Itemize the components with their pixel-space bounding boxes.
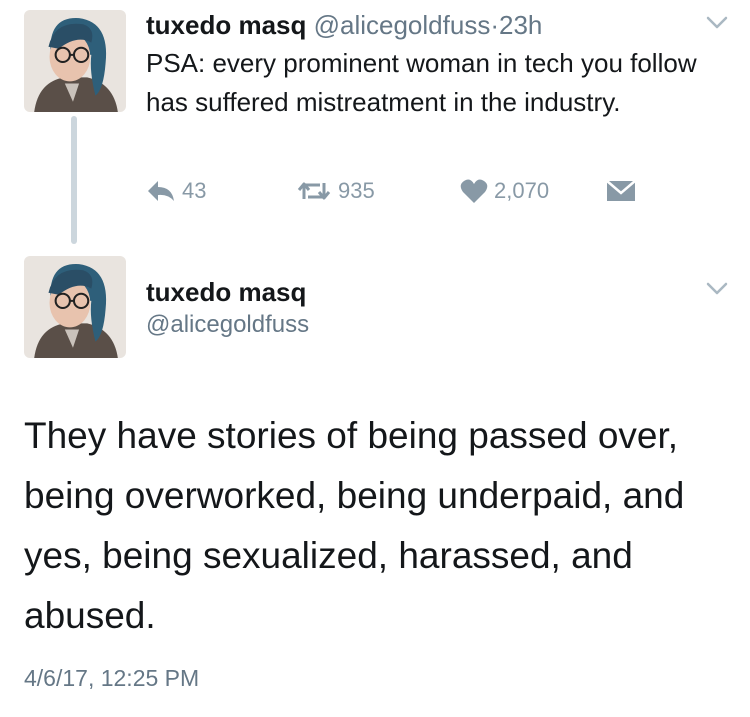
tweet-text: PSA: every prominent woman in tech you f…	[146, 48, 697, 117]
retweet-count: 935	[338, 178, 375, 203]
chevron-down-icon[interactable]	[706, 282, 728, 296]
tweet-actions: 43 935 2,070	[146, 178, 666, 210]
separator-dot: ·	[490, 10, 499, 40]
reply-button[interactable]: 43	[146, 178, 206, 204]
tweet-timestamp: 4/6/17, 12:25 PM	[24, 665, 200, 691]
tweet-header: tuxedo masq @alicegoldfuss·23h	[146, 8, 542, 42]
tweet-text: They have stories of being passed over, …	[24, 415, 685, 636]
author-handle[interactable]: @alicegoldfuss	[146, 310, 309, 340]
thread-connector-line	[71, 116, 77, 244]
avatar-image	[24, 10, 126, 112]
envelope-icon	[606, 180, 636, 201]
heart-icon	[460, 179, 488, 203]
chevron-down-icon[interactable]	[706, 16, 728, 30]
author-name[interactable]: tuxedo masq	[146, 276, 306, 308]
tweet-time[interactable]: 23h	[499, 10, 542, 40]
retweet-button[interactable]: 935	[296, 178, 375, 204]
reply-count: 43	[182, 178, 207, 203]
like-button[interactable]: 2,070	[460, 178, 549, 204]
reply-icon	[148, 181, 174, 201]
author-handle[interactable]: @alicegoldfuss	[314, 10, 491, 40]
avatar[interactable]	[24, 256, 126, 358]
avatar-image	[24, 256, 126, 358]
avatar[interactable]	[24, 10, 126, 112]
retweet-icon	[297, 182, 331, 200]
like-count: 2,070	[494, 178, 550, 203]
author-name[interactable]: tuxedo masq	[146, 10, 306, 40]
direct-message-button[interactable]	[606, 180, 636, 202]
